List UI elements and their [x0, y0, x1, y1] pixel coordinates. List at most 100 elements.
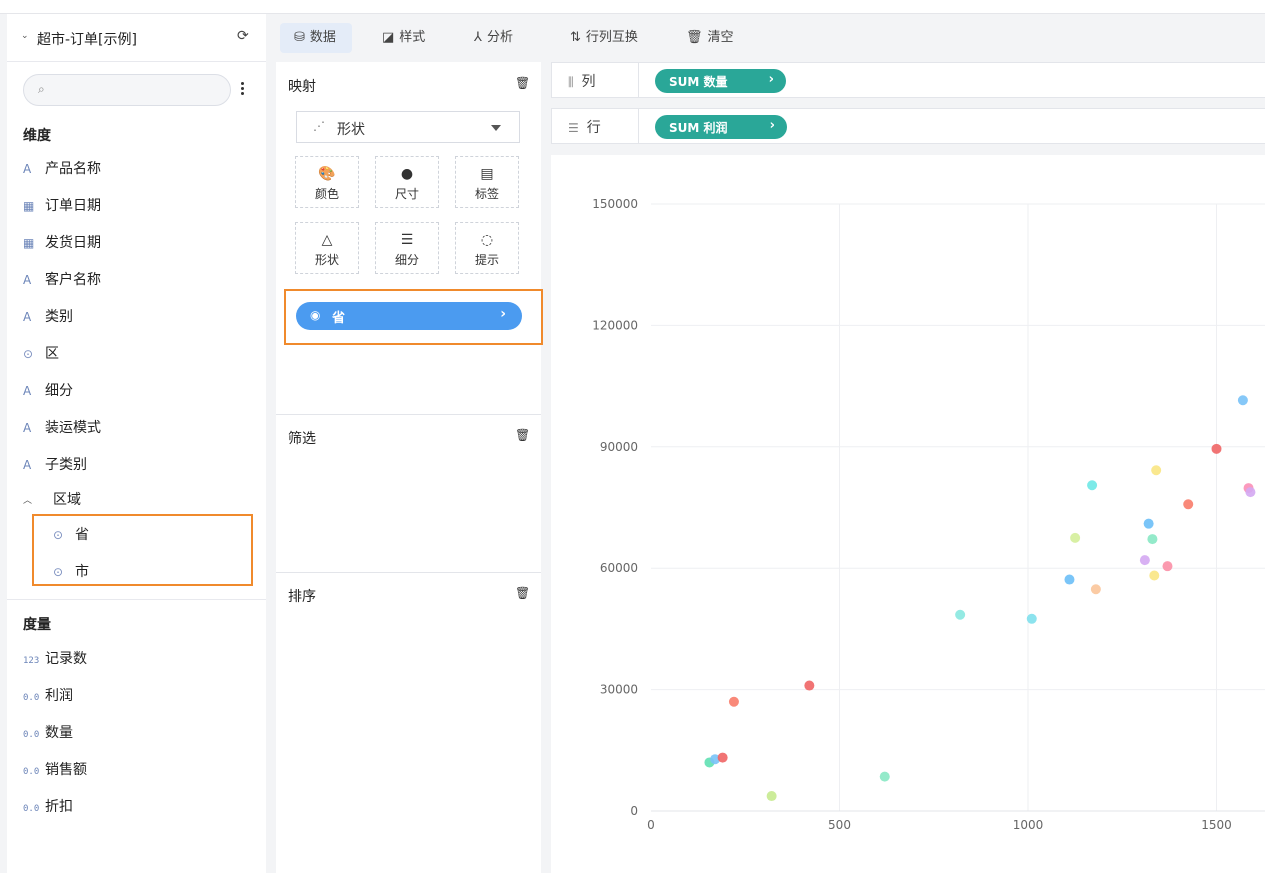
scatter-point[interactable]	[1139, 555, 1150, 566]
shelf-label: ⫼ 列	[568, 71, 596, 91]
x-tick-label: 1000	[1013, 818, 1044, 832]
field-item[interactable]: A 子类别	[23, 454, 87, 476]
text-type-icon: A	[23, 273, 32, 287]
scatter-point[interactable]	[1147, 534, 1158, 545]
y-tick-label: 30000	[600, 683, 638, 697]
columns-field-chip[interactable]: SUM 数量 ›	[655, 69, 786, 93]
datasource-title[interactable]: 超市-订单[示例]	[37, 29, 137, 49]
field-label: 子类别	[45, 457, 87, 473]
clear-button[interactable]: 🗑 清空	[672, 23, 734, 53]
search-input[interactable]	[58, 79, 222, 101]
y-tick-label: 120000	[592, 318, 638, 332]
rows-shelf[interactable]: ☰ 行 SUM 利润 ›	[551, 108, 1265, 144]
eye-icon: ◉	[310, 308, 321, 322]
field-item[interactable]: ▦ 订单日期	[23, 195, 101, 217]
scatter-point[interactable]	[1211, 443, 1222, 454]
detail-button[interactable]: ☰ 细分	[375, 222, 439, 274]
chevron-right-icon[interactable]: ›	[500, 306, 506, 322]
refresh-icon[interactable]: ⟳	[237, 28, 249, 44]
swap-button[interactable]: ⇅ 行列互换	[556, 23, 638, 53]
size-button[interactable]: ● 尺寸	[375, 156, 439, 208]
trash-icon[interactable]: 🗑	[515, 428, 530, 442]
field-item[interactable]: A 细分	[23, 380, 73, 402]
columns-shelf[interactable]: ⫼ 列 SUM 数量 ›	[551, 62, 1265, 98]
chart-type-select[interactable]: ⋰ 形状	[296, 111, 520, 143]
scatter-point[interactable]	[766, 791, 777, 802]
label-icon: ▤	[480, 166, 494, 182]
field-item[interactable]: ▦ 发货日期	[23, 232, 101, 254]
tooltip-button[interactable]: ◌ 提示	[455, 222, 519, 274]
tab-style[interactable]: ◪ 样式	[368, 23, 425, 53]
field-city[interactable]: ⊙ 市	[53, 561, 89, 583]
color-button[interactable]: 🎨 颜色	[295, 156, 359, 208]
trash-icon[interactable]: 🗑	[515, 586, 530, 600]
measure-item[interactable]: 123 记录数	[23, 648, 87, 670]
field-label: 产品名称	[45, 161, 101, 177]
scatter-point[interactable]	[955, 609, 966, 620]
rows-field-chip[interactable]: SUM 利润 ›	[655, 115, 787, 139]
field-label: 利润	[45, 688, 73, 704]
scatter-point[interactable]	[1237, 395, 1248, 406]
group-region[interactable]: 区域	[53, 489, 81, 511]
scatter-point[interactable]	[879, 771, 890, 782]
scatter-chart-icon: ⋰	[313, 119, 325, 133]
shelf-label-text: 行	[586, 120, 601, 136]
field-item[interactable]: A 客户名称	[23, 269, 101, 291]
text-type-icon: A	[23, 162, 32, 176]
label-button[interactable]: ▤ 标签	[455, 156, 519, 208]
shelf-label-text: 列	[581, 74, 596, 90]
scatter-point[interactable]	[1151, 465, 1162, 476]
field-label: 客户名称	[45, 272, 101, 288]
integer-icon: 123	[23, 656, 40, 666]
scatter-point[interactable]	[1064, 574, 1075, 585]
field-item[interactable]: ⊙ 区	[23, 343, 59, 365]
scatter-point[interactable]	[1149, 570, 1160, 581]
size-icon: ●	[400, 166, 414, 182]
field-label: 省	[75, 527, 89, 543]
scatter-point[interactable]	[1090, 584, 1101, 595]
measure-item[interactable]: 0.0 销售额	[23, 759, 87, 781]
chevron-right-icon[interactable]: ›	[770, 118, 775, 133]
scatter-point[interactable]	[1245, 487, 1256, 498]
more-options-icon[interactable]	[241, 82, 245, 97]
button-label: 行列互换	[585, 30, 638, 45]
field-search[interactable]: ⌕	[23, 74, 231, 106]
rows-icon: ☰	[568, 121, 579, 135]
x-tick-label: 0	[647, 818, 655, 832]
divider	[276, 414, 541, 415]
measure-item[interactable]: 0.0 折扣	[23, 796, 73, 818]
datasource-header[interactable]: ⌄ 超市-订单[示例] ⟳	[7, 14, 266, 62]
scatter-point[interactable]	[1162, 561, 1173, 572]
chevron-down-icon[interactable]: ⌄	[21, 31, 29, 41]
scatter-point[interactable]	[804, 680, 815, 691]
chevron-up-icon[interactable]: ︿	[23, 493, 32, 506]
field-province[interactable]: ⊙ 省	[53, 524, 89, 546]
scatter-chart: 0 30000 60000 90000 120000 150000 0 500 1000 1500	[592, 197, 1265, 832]
measures-title: 度量	[23, 617, 51, 633]
columns-icon: ⫼	[568, 75, 574, 89]
scatter-point[interactable]	[717, 752, 728, 763]
scatter-point[interactable]	[1026, 613, 1037, 624]
scatter-point[interactable]	[728, 696, 739, 707]
scatter-point[interactable]	[1143, 518, 1154, 529]
scatter-point[interactable]	[1087, 480, 1098, 491]
x-tick-label: 1500	[1201, 818, 1232, 832]
shape-field-pill[interactable]: ◉ 省 ›	[296, 302, 522, 330]
tab-analysis[interactable]: ⅄ 分析	[460, 23, 513, 53]
scatter-point[interactable]	[1070, 532, 1081, 543]
button-label: 清空	[707, 30, 734, 45]
shape-button[interactable]: △ 形状	[295, 222, 359, 274]
field-item[interactable]: A 类别	[23, 306, 73, 328]
scatter-point[interactable]	[1183, 499, 1194, 510]
divider	[638, 109, 639, 143]
field-item[interactable]: A 装运模式	[23, 417, 101, 439]
measure-item[interactable]: 0.0 数量	[23, 722, 73, 744]
comment-icon: ◌	[480, 232, 494, 248]
measure-item[interactable]: 0.0 利润	[23, 685, 73, 707]
trash-icon[interactable]: 🗑	[515, 76, 530, 90]
field-item[interactable]: A 产品名称	[23, 158, 101, 180]
divider	[638, 63, 639, 97]
tab-data[interactable]: ⛁ 数据	[280, 23, 352, 53]
tab-label: 数据	[309, 30, 336, 45]
chevron-right-icon[interactable]: ›	[769, 72, 774, 87]
